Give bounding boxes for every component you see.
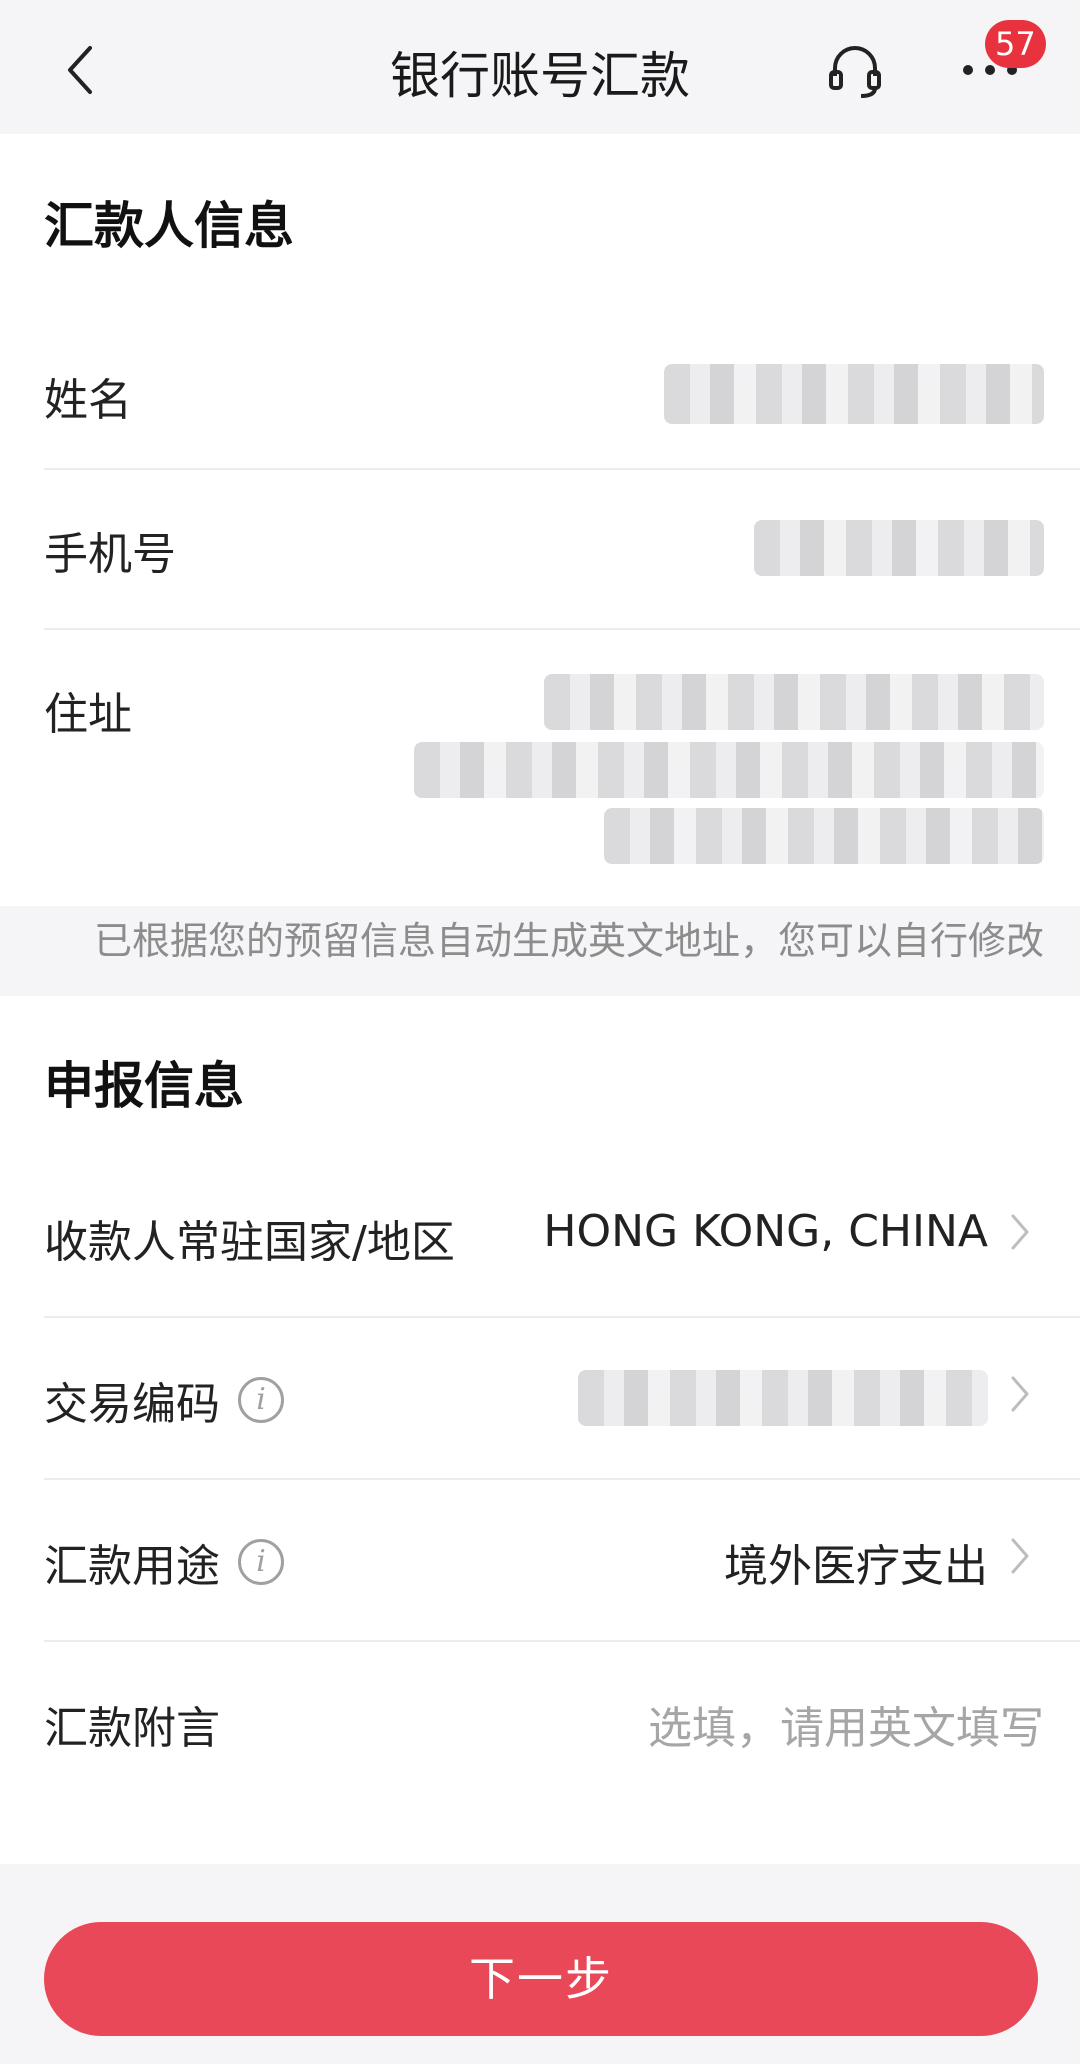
sender-section-title: 汇款人信息 — [44, 197, 294, 255]
name-label: 姓名 — [44, 375, 132, 426]
country-row[interactable]: 收款人常驻国家/地区 HONG KONG, CHINA — [44, 1156, 1080, 1318]
purpose-label: 汇款用途 i — [44, 1530, 284, 1594]
address-line-3-redacted — [604, 808, 1044, 864]
info-icon[interactable]: i — [238, 1539, 284, 1585]
chevron-right-icon — [1000, 1534, 1040, 1578]
page-title: 银行账号汇款 — [390, 47, 690, 105]
info-icon[interactable]: i — [238, 1377, 284, 1423]
trade-code-value-redacted — [578, 1370, 988, 1426]
phone-row: 手机号 — [44, 470, 1080, 630]
country-value: HONG KONG, CHINA — [543, 1206, 988, 1257]
notification-badge: 57 — [985, 20, 1046, 68]
name-value-redacted — [664, 364, 1044, 424]
declaration-info-card: 申报信息 收款人常驻国家/地区 HONG KONG, CHINA 交易编码 i … — [0, 996, 1080, 1864]
country-label: 收款人常驻国家/地区 — [44, 1217, 455, 1268]
phone-label: 手机号 — [44, 529, 176, 580]
purpose-row[interactable]: 汇款用途 i 境外医疗支出 — [44, 1480, 1080, 1642]
remark-input[interactable]: 选填，请用英文填写 — [648, 1692, 1044, 1756]
purpose-value: 境外医疗支出 — [724, 1541, 988, 1592]
remark-label: 汇款附言 — [44, 1703, 220, 1754]
sender-info-card: 汇款人信息 姓名 手机号 住址 — [0, 134, 1080, 906]
address-line-1-redacted — [544, 674, 1044, 730]
phone-value-redacted — [754, 520, 1044, 576]
chevron-right-icon — [1000, 1210, 1040, 1254]
address-label: 住址 — [44, 689, 132, 740]
declaration-section-title: 申报信息 — [44, 1057, 244, 1115]
address-line-2-redacted — [414, 742, 1044, 798]
trade-code-label: 交易编码 i — [44, 1368, 284, 1432]
remark-row[interactable]: 汇款附言 选填，请用英文填写 — [44, 1642, 1080, 1804]
name-row: 姓名 — [44, 322, 1080, 470]
address-hint: 已根据您的预留信息自动生成英文地址，您可以自行修改 — [93, 919, 1044, 963]
trade-code-row[interactable]: 交易编码 i — [44, 1318, 1080, 1480]
bank-transfer-page: 银行账号汇款 57 汇款人信息 姓名 手机号 住址 已根据您的预留信息自动生成英… — [0, 0, 1080, 2064]
purpose-label-text: 汇款用途 — [44, 1541, 220, 1592]
headset-icon — [829, 46, 881, 98]
trade-code-label-text: 交易编码 — [44, 1379, 220, 1430]
chevron-right-icon — [1000, 1372, 1040, 1416]
nav-header: 银行账号汇款 57 — [0, 0, 1080, 134]
address-row[interactable]: 住址 — [44, 630, 1080, 906]
next-step-button[interactable]: 下一步 — [44, 1922, 1038, 2036]
customer-service-button[interactable] — [810, 30, 900, 110]
